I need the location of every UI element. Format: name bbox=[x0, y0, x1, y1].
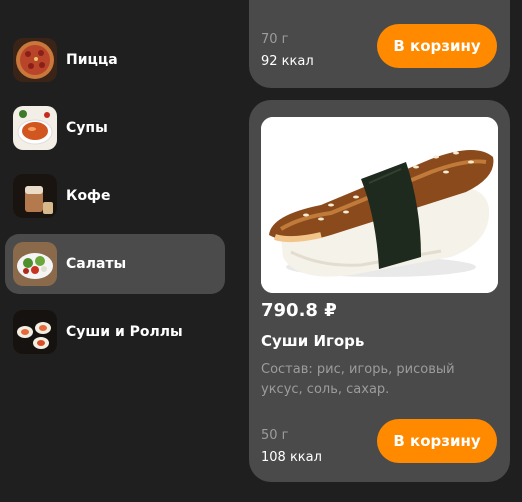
product-weight: 70 г bbox=[261, 32, 289, 47]
product-description: Состав: рис, игорь, рисовый уксус, соль,… bbox=[261, 362, 455, 397]
soup-icon bbox=[13, 106, 57, 150]
sushi-icon bbox=[13, 310, 57, 354]
add-to-cart-button[interactable]: В корзину bbox=[377, 24, 497, 68]
sidebar-item-label: Кофе bbox=[66, 188, 111, 204]
product-card: 790.8 ₽ Суши Игорь Состав: рис, игорь, р… bbox=[249, 100, 510, 482]
product-calories: 92 ккал bbox=[261, 54, 314, 69]
sidebar-item-coffee[interactable]: Кофе bbox=[5, 166, 225, 226]
category-sidebar: Пицца Супы Кофе Салаты Суши и Роллы bbox=[0, 0, 235, 502]
product-card-previous: 70 г 92 ккал В корзину bbox=[249, 0, 510, 88]
pizza-icon bbox=[13, 38, 57, 82]
product-name: Суши Игорь bbox=[261, 332, 365, 350]
product-image bbox=[261, 117, 498, 293]
product-weight: 50 г bbox=[261, 428, 289, 443]
sidebar-item-soups[interactable]: Супы bbox=[5, 98, 225, 158]
sidebar-item-salads[interactable]: Салаты bbox=[5, 234, 225, 294]
salad-icon bbox=[13, 242, 57, 286]
sidebar-item-label: Салаты bbox=[66, 256, 127, 272]
product-calories: 108 ккал bbox=[261, 450, 322, 465]
add-to-cart-button[interactable]: В корзину bbox=[377, 419, 497, 463]
sidebar-item-sushi[interactable]: Суши и Роллы bbox=[5, 302, 225, 362]
product-price: 790.8 ₽ bbox=[261, 300, 337, 321]
coffee-icon bbox=[13, 174, 57, 218]
sidebar-item-label: Супы bbox=[66, 120, 108, 136]
sidebar-item-label: Пицца bbox=[66, 52, 118, 68]
truncated-description bbox=[261, 0, 491, 2]
sidebar-item-label: Суши и Роллы bbox=[66, 324, 183, 340]
sidebar-item-pizza[interactable]: Пицца bbox=[5, 30, 225, 90]
